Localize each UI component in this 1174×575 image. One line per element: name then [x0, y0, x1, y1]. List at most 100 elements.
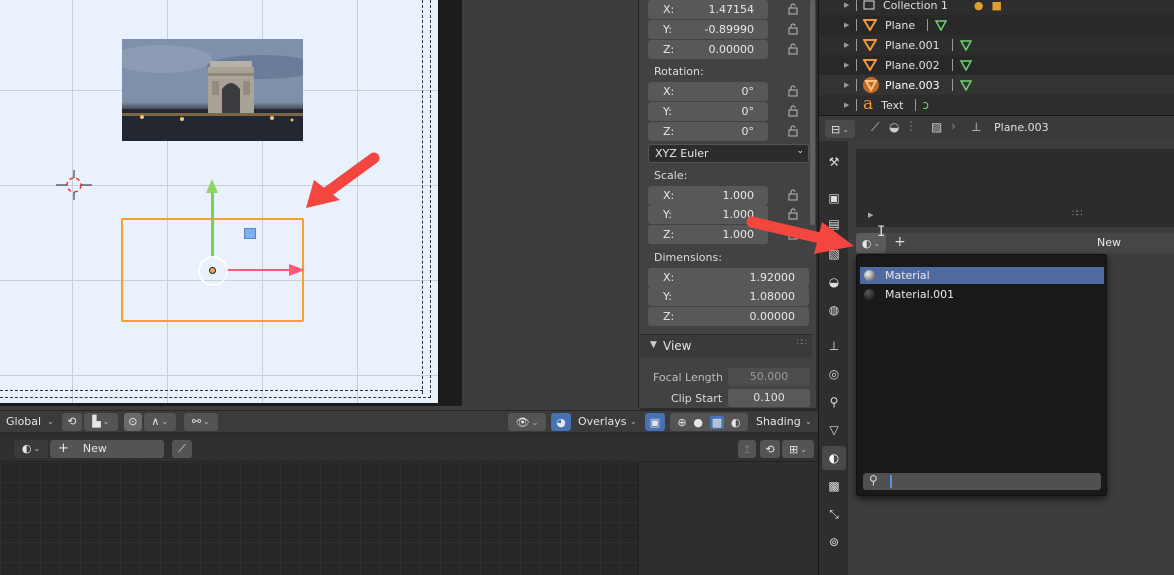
unlock-icon[interactable]	[787, 23, 799, 35]
xray-toggle-icon[interactable]: ▣	[645, 413, 665, 431]
3d-cursor-icon[interactable]	[56, 170, 92, 200]
resize-grip-icon[interactable]: ∷∷	[1072, 209, 1083, 219]
gizmo-x-axis[interactable]	[226, 269, 290, 271]
focal-length-field[interactable]: 50.000	[728, 368, 810, 386]
scene-icon[interactable]: ◒	[889, 120, 899, 134]
unlock-icon[interactable]	[787, 85, 799, 97]
pivot-point-icon[interactable]: ⚯ ⌄	[183, 412, 218, 431]
unlock-icon[interactable]	[787, 105, 799, 117]
visibility-icon[interactable]: 👁 ⌄	[508, 413, 546, 431]
mesh-data-icon[interactable]	[959, 39, 973, 51]
tab-texture[interactable]: ▩	[822, 474, 846, 498]
unlock-icon[interactable]	[787, 189, 799, 201]
tool-settings-icon[interactable]: ⟋	[871, 120, 879, 135]
overlays-dropdown[interactable]: Overlays	[578, 415, 627, 428]
snap-node-icon[interactable]: ⊞ ⌄	[782, 440, 814, 458]
shader-editor-canvas[interactable]	[0, 462, 638, 575]
expand-arrow-icon[interactable]: ▶	[844, 41, 856, 49]
dimensions-y-field[interactable]: Y: 1.08000	[648, 287, 809, 306]
mesh-data-icon[interactable]	[934, 19, 948, 31]
expand-arrow-icon[interactable]: ▶	[844, 61, 856, 69]
tab-particles[interactable]: ⊚	[822, 530, 846, 554]
parent-node-icon[interactable]: ↥	[738, 440, 756, 458]
physics-icon: ◎	[828, 367, 840, 381]
transform-orientation-dropdown[interactable]: Global	[6, 415, 41, 428]
rotation-z-field[interactable]: Z: 0°	[648, 122, 768, 141]
3d-viewport[interactable]	[0, 0, 640, 410]
snap-icon[interactable]: ⟲	[760, 440, 780, 458]
tab-tool[interactable]: ⚒	[822, 150, 846, 174]
snap-target-icon[interactable]: ▙ ⌄	[83, 412, 118, 431]
tab-scene[interactable]: ◒	[822, 270, 846, 294]
outliner-row-plane[interactable]: ▶ Plane	[819, 15, 1174, 35]
tab-world[interactable]: ◍	[822, 298, 846, 322]
outliner-row-plane-001[interactable]: ▶ Plane.001	[819, 35, 1174, 55]
material-browse-icon[interactable]: ◐ ⌄	[14, 439, 48, 458]
tab-physics[interactable]: ◎	[822, 362, 846, 386]
expand-arrow-icon[interactable]: ▶	[844, 101, 856, 109]
material-search-input[interactable]: ⚲	[863, 473, 1101, 490]
tab-modifiers[interactable]: ⚲	[822, 390, 846, 414]
unlock-icon[interactable]	[787, 43, 799, 55]
grid-line	[72, 0, 73, 404]
sidebar-scrollbar[interactable]	[810, 0, 815, 225]
expand-arrow-icon[interactable]: ▶	[844, 1, 856, 9]
plus-icon[interactable]: +	[894, 234, 906, 250]
view-panel-header[interactable]: ▼ View ∷∷	[640, 334, 812, 358]
gizmo-x-arrowhead[interactable]	[289, 264, 305, 276]
editor-type-icon[interactable]: ⊟ ⌄	[825, 120, 855, 138]
gizmo-plane-handle[interactable]	[244, 228, 256, 239]
tab-constraints[interactable]: ⤡	[822, 502, 846, 526]
solid-shading-icon[interactable]: ●	[693, 416, 703, 429]
drag-handle-icon[interactable]: ∷∷	[797, 338, 808, 348]
scale-x-field[interactable]: X: 1.000	[648, 186, 768, 205]
outliner-row-plane-002[interactable]: ▶ Plane.002	[819, 55, 1174, 75]
location-x-field[interactable]: X: 1.47154	[648, 0, 768, 19]
dimensions-z-field[interactable]: Z: 0.00000	[648, 307, 809, 326]
material-slot-list[interactable]: ▶ ∷∷	[856, 149, 1174, 227]
eyedropper-icon[interactable]: ⟋	[172, 439, 192, 458]
new-material-button[interactable]: + New	[50, 439, 164, 458]
scale-label: Scale:	[654, 169, 688, 182]
location-z-field[interactable]: Z: 0.00000	[648, 40, 768, 59]
proportional-edit-icon[interactable]: ⊙	[123, 412, 142, 431]
outliner-row-plane-003[interactable]: ▶ Plane.003	[819, 75, 1174, 95]
tab-render[interactable]: ▣	[822, 186, 846, 210]
mesh-data-icon[interactable]	[959, 59, 973, 71]
shading-modes[interactable]: ⊕ ● ▩ ◐	[670, 413, 748, 431]
new-material-button[interactable]: New	[1097, 236, 1121, 249]
image-plane-arc-de-triomphe[interactable]	[122, 39, 303, 141]
rendered-shading-icon[interactable]: ◐	[731, 416, 741, 429]
overlays-toggle-icon[interactable]: ◕	[551, 413, 571, 431]
mesh-data-icon[interactable]	[959, 79, 973, 91]
unlock-icon[interactable]	[787, 3, 799, 15]
wireframe-shading-icon[interactable]: ⊕	[677, 416, 686, 429]
material-preview-icon[interactable]: ▩	[709, 415, 725, 429]
rotation-x-field[interactable]: X: 0°	[648, 82, 768, 101]
unlock-icon[interactable]	[787, 125, 799, 137]
material-list-item[interactable]: Material.001	[860, 286, 1104, 303]
material-list-item[interactable]: Material	[860, 267, 1104, 284]
rotation-y-field[interactable]: Y: 0°	[648, 102, 768, 121]
clip-start-field[interactable]: 0.100	[728, 389, 810, 407]
expand-arrow-icon[interactable]: ▶	[844, 21, 856, 29]
shading-dropdown[interactable]: Shading	[756, 415, 801, 428]
camera-passepartout-line	[422, 0, 423, 394]
falloff-icon[interactable]: ∧ ⌄	[143, 412, 176, 431]
expand-arrow-icon[interactable]: ▶	[868, 211, 873, 219]
outliner-row-collection[interactable]: ▶ Collection 1 ● ■	[819, 0, 1174, 15]
gizmo-y-arrowhead[interactable]	[206, 179, 218, 193]
location-y-field[interactable]: Y: -0.89990	[648, 20, 768, 39]
expand-arrow-icon[interactable]: ▶	[844, 81, 856, 89]
curve-data-icon[interactable]: ↄ	[922, 98, 929, 112]
gizmo-y-axis[interactable]	[211, 192, 214, 258]
outliner-row-text[interactable]: ▶ a Text ↄ	[819, 94, 1174, 115]
dimensions-x-field[interactable]: X: 1.92000	[648, 268, 809, 287]
tab-object[interactable]: ⊥	[822, 334, 846, 358]
focal-length-label: Focal Length	[653, 371, 723, 384]
snap-icon[interactable]: ⟲	[61, 412, 82, 431]
tab-material[interactable]: ◐	[822, 446, 846, 470]
tab-object-data[interactable]: ▽	[822, 418, 846, 442]
image-icon[interactable]: ▨	[931, 120, 942, 134]
rotation-mode-dropdown[interactable]: XYZ Euler ⌄	[648, 144, 809, 163]
